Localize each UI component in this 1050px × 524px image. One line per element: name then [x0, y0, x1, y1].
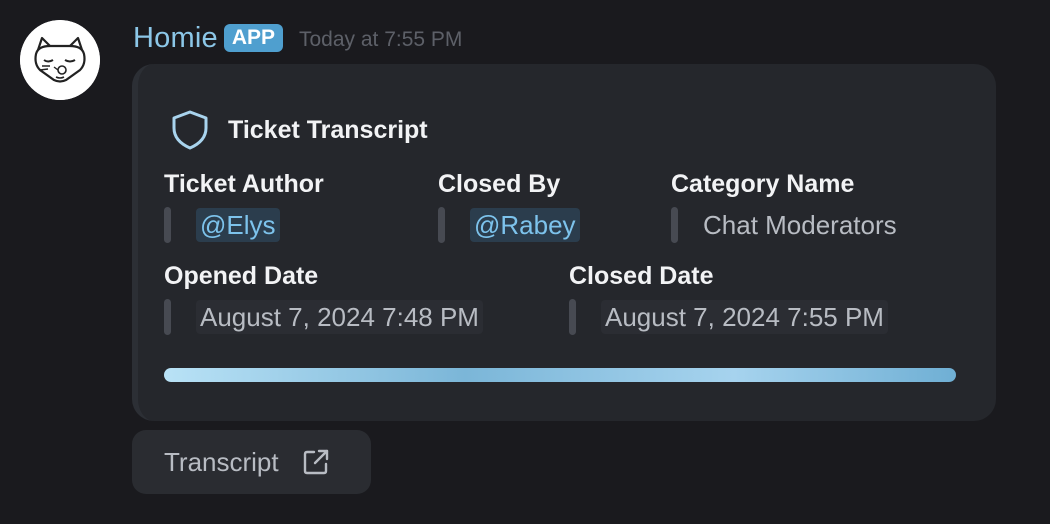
field-value-wrapper: @Elys — [164, 207, 324, 243]
field-value-wrapper: August 7, 2024 7:48 PM — [164, 299, 483, 335]
timestamp-value[interactable]: August 7, 2024 7:48 PM — [196, 300, 483, 334]
field-category-name: Category Name Chat Moderators — [671, 170, 897, 243]
bot-message: Homie APP Today at 7:55 PM Ticket Transc… — [0, 0, 1050, 524]
quote-bar — [671, 207, 678, 243]
message-header: Homie APP Today at 7:55 PM — [133, 18, 462, 58]
embed-image-banner[interactable] — [164, 368, 956, 382]
embed-title-row: Ticket Transcript — [168, 108, 428, 152]
field-label: Ticket Author — [164, 170, 324, 198]
shield-icon — [172, 110, 208, 150]
transcript-link-button[interactable]: Transcript — [132, 430, 371, 494]
field-value: Chat Moderators — [703, 209, 897, 240]
field-closed-date: Closed Date August 7, 2024 7:55 PM — [569, 262, 888, 335]
field-value-wrapper: @Rabey — [438, 207, 580, 243]
field-ticket-author: Ticket Author @Elys — [164, 170, 324, 243]
field-value-wrapper: Chat Moderators — [671, 207, 897, 243]
mention-link[interactable]: @Elys — [196, 208, 280, 242]
field-opened-date: Opened Date August 7, 2024 7:48 PM — [164, 262, 483, 335]
quote-bar — [569, 299, 576, 335]
quote-bar — [164, 207, 171, 243]
ticket-embed: Ticket Transcript Ticket Author @Elys Cl… — [132, 64, 996, 421]
quote-bar — [164, 299, 171, 335]
field-label: Opened Date — [164, 262, 319, 290]
cat-avatar-icon[interactable] — [20, 20, 100, 100]
timestamp-value[interactable]: August 7, 2024 7:55 PM — [601, 300, 888, 334]
author-name[interactable]: Homie — [133, 22, 218, 55]
field-label: Closed Date — [569, 262, 714, 290]
field-label: Category Name — [671, 170, 855, 198]
app-badge: APP — [223, 24, 283, 52]
message-timestamp: Today at 7:55 PM — [299, 28, 463, 51]
embed-title: Ticket Transcript — [228, 115, 428, 144]
quote-bar — [438, 207, 445, 243]
field-closed-by: Closed By @Rabey — [438, 170, 580, 243]
button-label: Transcript — [164, 446, 279, 477]
mention-link[interactable]: @Rabey — [470, 208, 580, 242]
field-label: Closed By — [438, 170, 561, 198]
external-link-icon — [303, 449, 328, 475]
field-value-wrapper: August 7, 2024 7:55 PM — [569, 299, 888, 335]
